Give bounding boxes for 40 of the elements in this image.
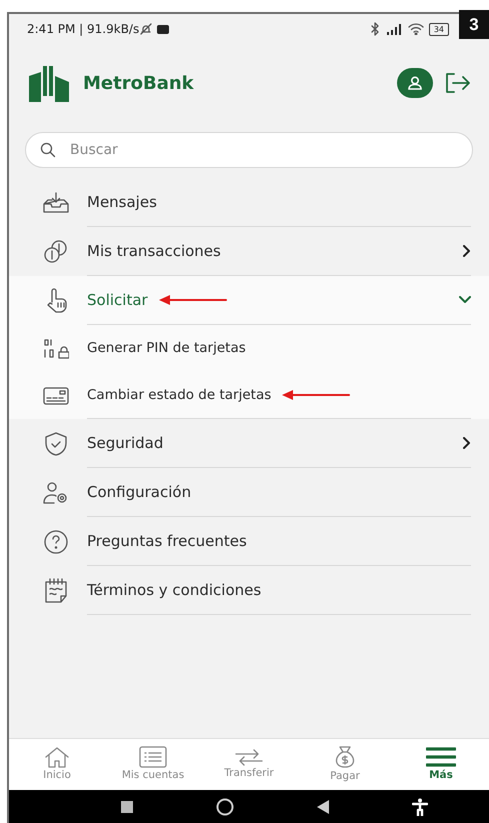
brand-name: MetroBank	[83, 72, 194, 96]
person-icon	[407, 76, 423, 90]
search-icon	[40, 142, 56, 158]
shield-check-icon	[43, 430, 69, 456]
back-icon[interactable]	[316, 800, 328, 814]
battery-level: 34	[428, 22, 449, 36]
accessibility-icon[interactable]	[412, 798, 428, 816]
submenu-item[interactable]: Cambiar estado de tarjetas	[9, 372, 489, 419]
nav-tab[interactable]: Más	[393, 739, 489, 790]
step-badge: 3	[459, 10, 489, 39]
mute-icon	[139, 22, 154, 36]
submenu-item[interactable]: Generar PIN de tarjetas	[9, 325, 489, 372]
wifi-icon	[408, 23, 424, 35]
menu-item[interactable]: Seguridad	[9, 419, 489, 468]
document-icon	[43, 578, 69, 604]
card-icon	[43, 386, 69, 406]
search-input[interactable]: Buscar	[68, 133, 458, 167]
nav-tab[interactable]: Pagar	[297, 739, 393, 790]
status-time: 2:41 PM | 91.9kB/s	[27, 21, 140, 38]
menu-item[interactable]: Configuración	[9, 468, 489, 517]
profile-button[interactable]	[397, 68, 433, 98]
nav-tab[interactable]: Transferir	[201, 739, 297, 790]
nav-tab[interactable]: Inicio	[9, 739, 105, 790]
recents-icon[interactable]	[120, 800, 132, 812]
list-icon	[139, 746, 167, 768]
logout-icon[interactable]	[445, 72, 471, 94]
inbox-icon	[43, 192, 69, 214]
home-circle-icon[interactable]	[216, 798, 234, 816]
help-icon	[43, 528, 69, 554]
menu-item[interactable]: Mensajes	[9, 178, 489, 227]
search-bar[interactable]: Buscar	[25, 132, 473, 168]
binary-lock-icon	[43, 338, 69, 360]
menu-item[interactable]: Términos y condiciones	[9, 566, 489, 615]
transfer-icon	[234, 748, 264, 766]
nav-tab[interactable]: Mis cuentas	[105, 739, 201, 790]
home-icon	[44, 746, 70, 768]
menu-icon	[426, 746, 456, 768]
signal-icon	[386, 23, 404, 35]
menu-item[interactable]: Solicitar	[9, 276, 489, 325]
menu-item[interactable]: Preguntas frecuentes	[9, 517, 489, 566]
